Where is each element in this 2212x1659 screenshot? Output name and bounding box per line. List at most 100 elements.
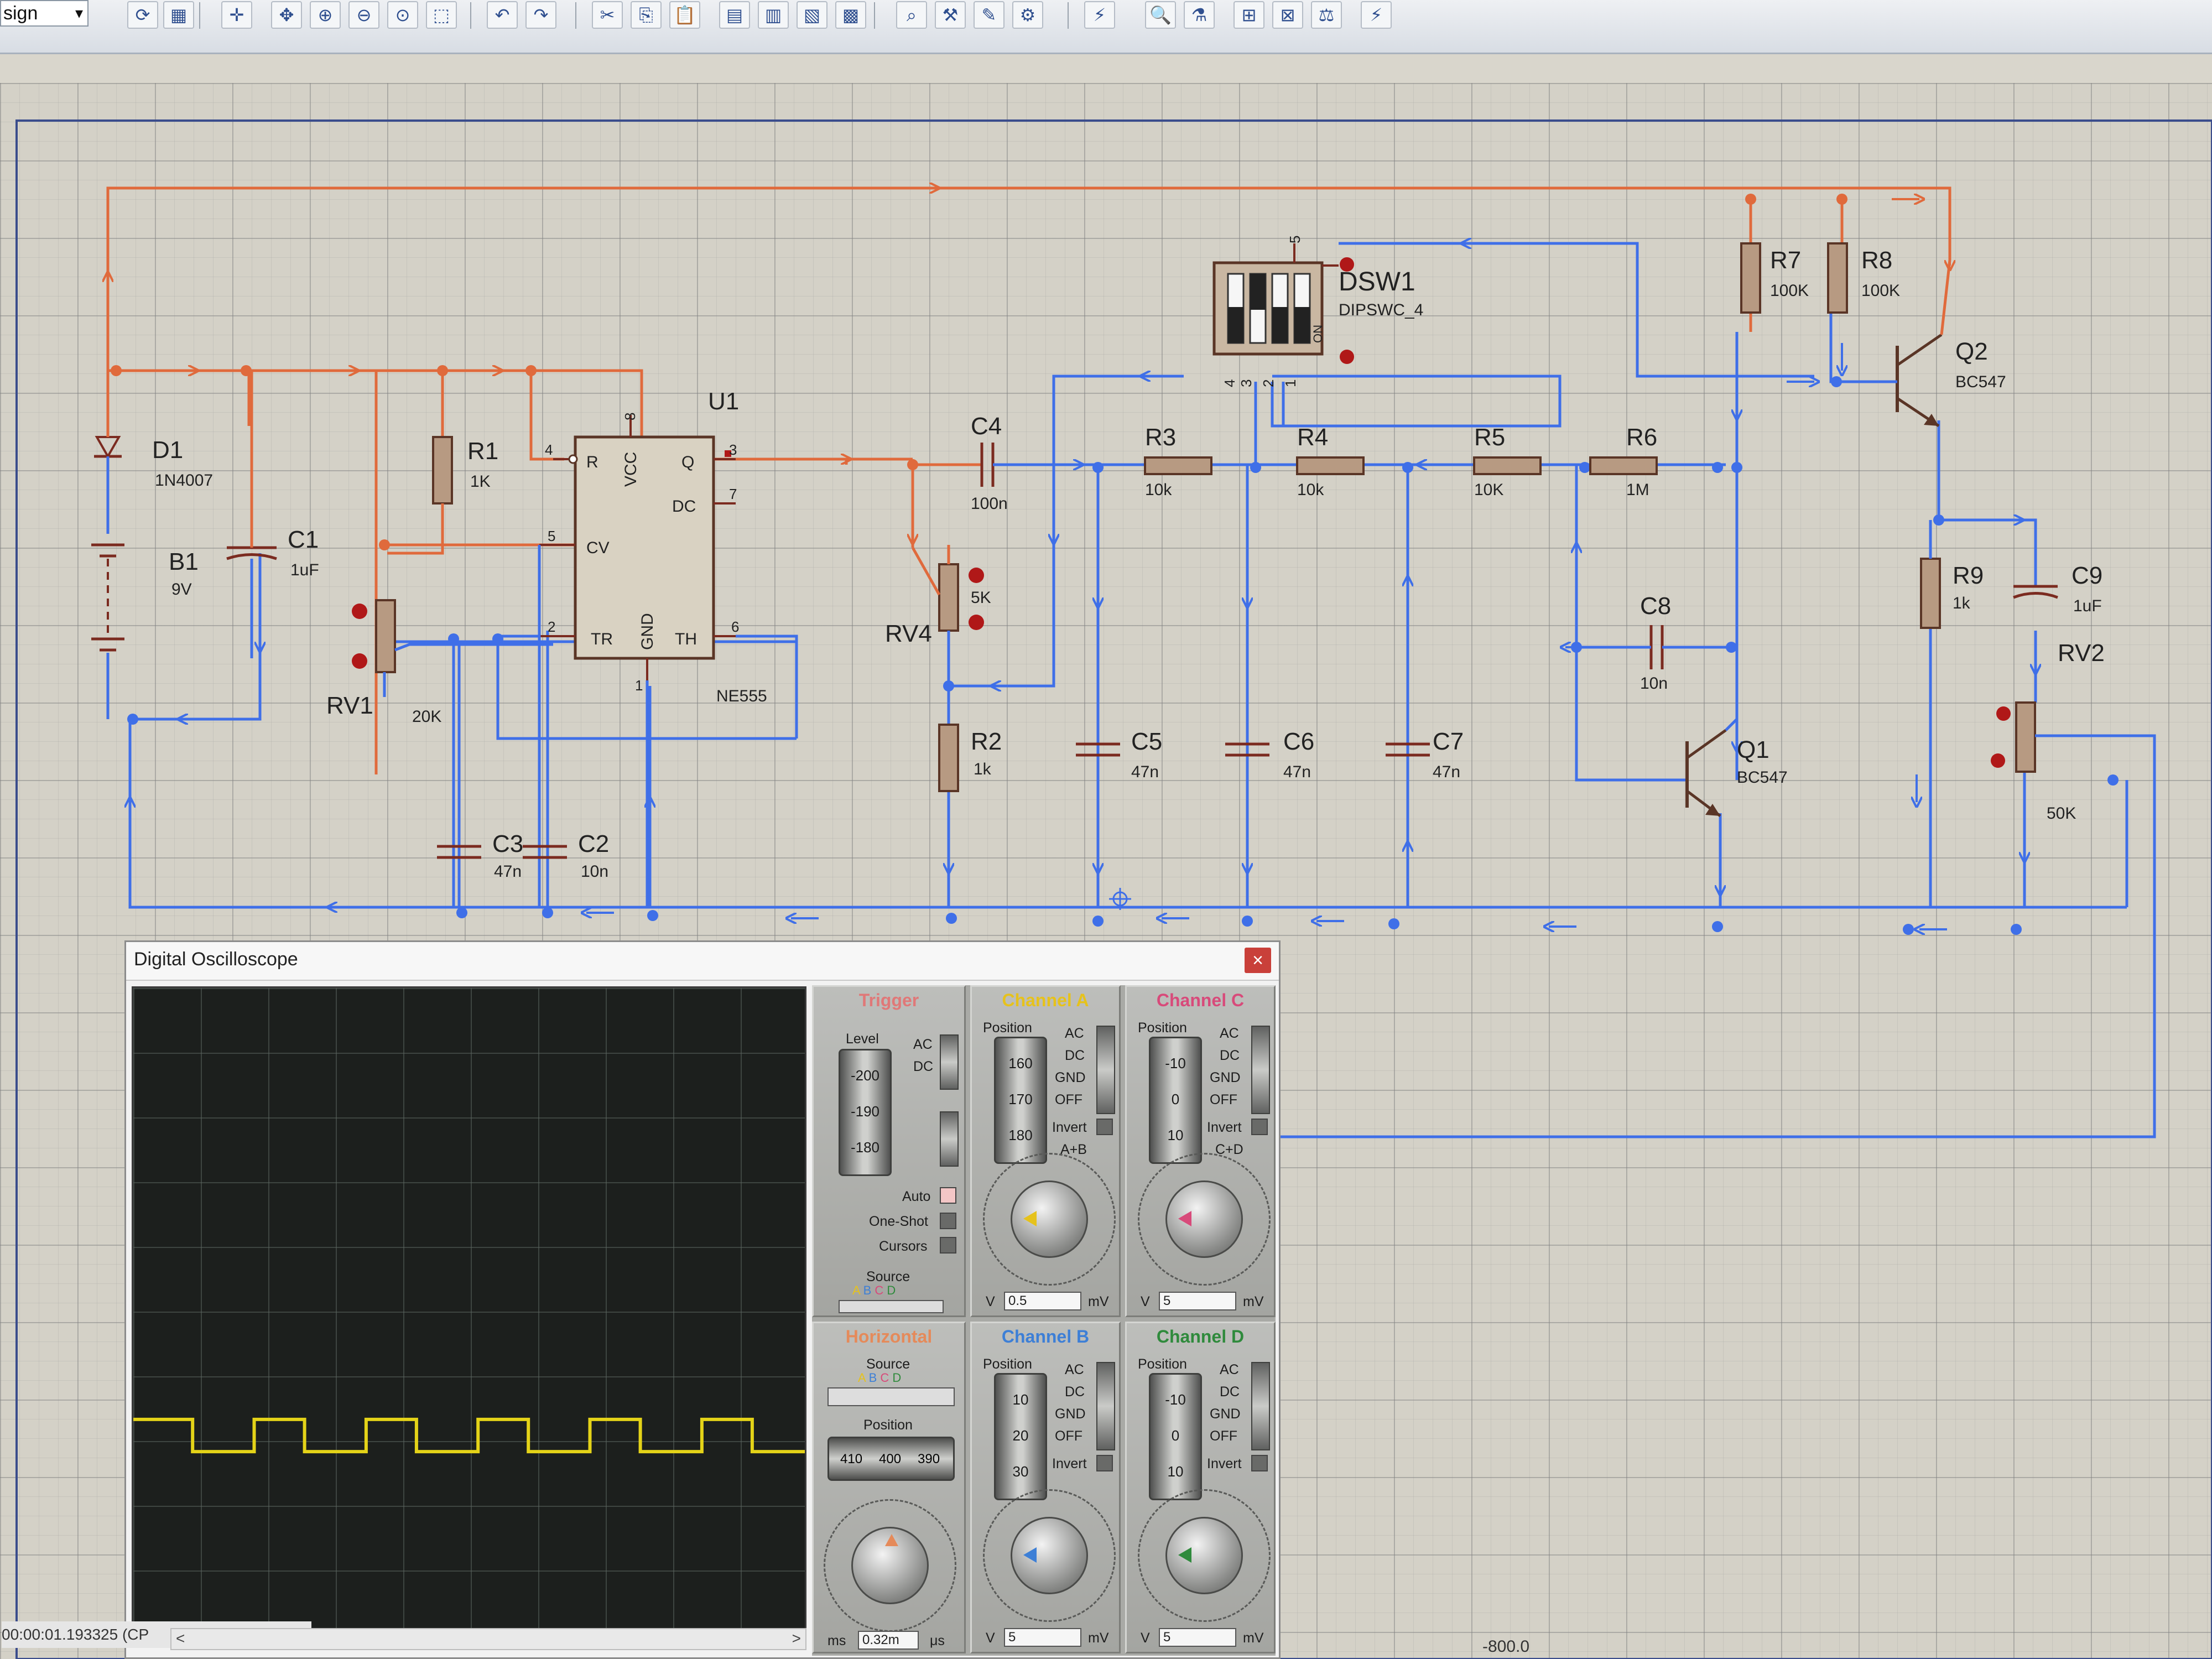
source-a[interactable]: A xyxy=(852,1283,860,1297)
potentiometer-RV2[interactable]: RV2 50K xyxy=(1991,639,2105,823)
remove-sheet-button[interactable]: ⊠ xyxy=(1272,1,1303,29)
block-delete-button[interactable]: ▩ xyxy=(835,1,866,29)
refresh-button[interactable]: ⟳ xyxy=(127,1,158,29)
capacitor-C9[interactable]: C9 1uF xyxy=(2013,562,2102,615)
potentiometer-RV1[interactable]: RV1 20K xyxy=(326,599,553,726)
coupling-switch[interactable] xyxy=(1096,1362,1115,1450)
oscilloscope-titlebar[interactable]: Digital Oscilloscope × xyxy=(126,942,1279,981)
scale-knob[interactable] xyxy=(1165,1180,1243,1258)
block-copy-button[interactable]: ▤ xyxy=(719,1,750,29)
capacitor-C6[interactable]: C6 47n xyxy=(1225,728,1314,781)
coupling-switch[interactable] xyxy=(1251,1026,1270,1114)
resistor-R4[interactable]: R4 10k xyxy=(1296,424,1365,499)
close-button[interactable]: × xyxy=(1245,948,1271,973)
hsource-b[interactable]: B xyxy=(869,1371,877,1385)
netlist-button[interactable]: ⚡ xyxy=(1361,1,1392,29)
channel-position-drum[interactable]: 10 20 30 xyxy=(994,1373,1047,1500)
undo-button[interactable]: ↶ xyxy=(487,1,518,29)
pan-icon: ✥ xyxy=(279,5,294,25)
scale-knob[interactable] xyxy=(1011,1180,1088,1258)
cut-button[interactable]: ✂ xyxy=(592,1,623,29)
potentiometer-RV4[interactable]: RV4 5K xyxy=(885,545,991,686)
source-d[interactable]: D xyxy=(887,1283,896,1297)
trigger-source-slider[interactable] xyxy=(839,1300,944,1313)
hsource-a[interactable]: A xyxy=(858,1371,865,1385)
block-move-button[interactable]: ▥ xyxy=(758,1,789,29)
trigger-edge-switch[interactable] xyxy=(940,1111,959,1167)
wire-autorouter-button[interactable]: ⚡ xyxy=(1084,1,1115,29)
block-rotate-button[interactable]: ▧ xyxy=(797,1,827,29)
coupling-gnd-label: GND xyxy=(1055,1070,1086,1085)
coupling-switch[interactable] xyxy=(1096,1026,1115,1114)
resistor-R8[interactable]: R8 100K xyxy=(1827,242,1900,314)
resistor-R9[interactable]: R9 1k xyxy=(1920,520,1984,629)
resistor-R3[interactable]: R3 10k xyxy=(1144,424,1212,499)
cursors-toggle[interactable] xyxy=(940,1237,956,1254)
scale-knob[interactable] xyxy=(1165,1517,1243,1594)
package-button[interactable]: ✎ xyxy=(974,1,1004,29)
block-rotate-icon: ▧ xyxy=(803,5,821,25)
copy-button[interactable]: ⎘ xyxy=(631,1,662,29)
dip-switch-DSW1[interactable]: 5 4 3 2 1 ON DSW1 DIPSWC_4 xyxy=(1212,236,1423,387)
capacitor-C1[interactable]: C1 1uF xyxy=(226,371,319,658)
zoom-all-button[interactable]: ⊙ xyxy=(387,1,418,29)
capacitor-C3[interactable]: C3 47n xyxy=(437,830,523,881)
hsource-d[interactable]: D xyxy=(892,1371,901,1385)
decompose-button[interactable]: ⚙ xyxy=(1012,1,1043,29)
scale-unit-left: V xyxy=(1141,1630,1150,1646)
scroll-right-icon[interactable]: > xyxy=(792,1629,801,1648)
new-sheet-button[interactable]: ⊞ xyxy=(1233,1,1264,29)
capacitor-C4[interactable]: C4 100n xyxy=(913,413,1098,513)
resistor-R2[interactable]: R2 1k xyxy=(938,724,1002,792)
resistor-R6[interactable]: R6 1M xyxy=(1589,424,1658,499)
resistor-R7[interactable]: R7 100K xyxy=(1740,242,1809,314)
horizontal-scrollbar[interactable]: < > xyxy=(170,1628,806,1650)
pan-button[interactable]: ✥ xyxy=(271,1,302,29)
battery-B1[interactable]: B1 9V xyxy=(91,543,199,719)
redo-button[interactable]: ↷ xyxy=(525,1,556,29)
scale-knob[interactable] xyxy=(1011,1517,1088,1594)
timebase-knob[interactable] xyxy=(851,1527,929,1604)
source-b[interactable]: B xyxy=(863,1283,872,1297)
trigger-coupling-switch[interactable] xyxy=(940,1034,959,1090)
make-device-button[interactable]: ⚒ xyxy=(935,1,966,29)
origin-button[interactable]: ✛ xyxy=(221,1,252,29)
search-button[interactable]: 🔍 xyxy=(1145,1,1176,29)
capacitor-C5[interactable]: C5 47n xyxy=(1076,728,1162,781)
bom-button[interactable]: ⚖ xyxy=(1311,1,1342,29)
coupling-switch[interactable] xyxy=(1251,1362,1270,1450)
horizontal-position-drum[interactable]: 410 400 390 xyxy=(827,1437,955,1481)
pick-device-button[interactable]: ⌕ xyxy=(896,1,927,29)
scroll-left-icon[interactable]: < xyxy=(176,1629,185,1648)
zoom-area-button[interactable]: ⬚ xyxy=(426,1,457,29)
auto-toggle[interactable] xyxy=(940,1187,956,1204)
coupling-ac-label: AC xyxy=(1065,1026,1084,1041)
horizontal-source-slider[interactable] xyxy=(827,1387,955,1406)
invert-toggle[interactable] xyxy=(1251,1119,1268,1135)
invert-toggle[interactable] xyxy=(1096,1455,1113,1471)
zoom-out-button[interactable]: ⊖ xyxy=(348,1,379,29)
mode-select[interactable]: sign ▾ xyxy=(0,0,89,27)
capacitor-C7[interactable]: C7 47n xyxy=(1386,728,1464,781)
DSW1-pin2: 2 xyxy=(1260,379,1277,387)
capacitor-C2[interactable]: C2 10n xyxy=(523,830,609,881)
channel-position-drum[interactable]: -10 0 10 xyxy=(1149,1373,1202,1500)
channel-position-drum[interactable]: -10 0 10 xyxy=(1149,1037,1202,1164)
trigger-level-drum[interactable]: -200 -190 -180 xyxy=(839,1049,892,1176)
oscilloscope-window[interactable]: Digital Oscilloscope × 00:00:01.193325 (… xyxy=(2,940,1281,1659)
diode-D1[interactable]: D1 1N4007 xyxy=(94,404,213,534)
hsource-c[interactable]: C xyxy=(880,1371,889,1385)
capacitor-C8[interactable]: C8 10n xyxy=(1626,592,1715,693)
invert-toggle[interactable] xyxy=(1096,1119,1113,1135)
invert-toggle[interactable] xyxy=(1251,1455,1268,1471)
resistor-R5[interactable]: R5 10K xyxy=(1473,424,1542,499)
ic-U1[interactable]: R VCC Q DC CV TR GND TH 4 8 3 7 5 2 6 1 … xyxy=(539,388,767,705)
channel-position-drum[interactable]: 160 170 180 xyxy=(994,1037,1047,1164)
property-tool-button[interactable]: ⚗ xyxy=(1184,1,1215,29)
zoom-in-button[interactable]: ⊕ xyxy=(310,1,341,29)
source-c[interactable]: C xyxy=(875,1283,883,1297)
paste-button[interactable]: 📋 xyxy=(669,1,700,29)
grid-button[interactable]: ▦ xyxy=(163,1,194,29)
one-shot-toggle[interactable] xyxy=(940,1213,956,1229)
resistor-R1[interactable]: R1 1K xyxy=(432,436,498,545)
